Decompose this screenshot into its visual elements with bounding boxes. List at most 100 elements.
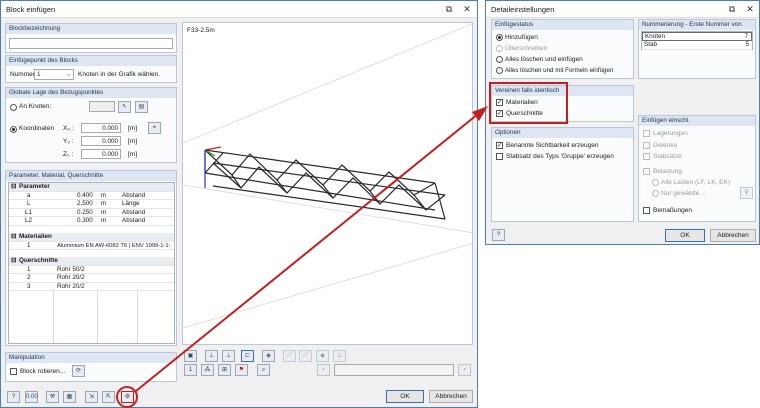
view-select[interactable] (334, 364, 454, 376)
pick-coordinates-icon[interactable]: ⌖ (148, 122, 161, 134)
parameter-section-header[interactable]: ⊟ Parameter (9, 183, 174, 192)
status-option-label: Überschreiben (505, 45, 548, 52)
numbering-icon[interactable]: 1 (184, 364, 197, 376)
status-delete-formulas-radio[interactable] (496, 67, 503, 74)
import-icon[interactable]: ⇲ (85, 391, 98, 403)
status-overwrite-radio[interactable] (496, 45, 503, 52)
coordinates-label: Koordinaten (19, 125, 55, 132)
node-list-icon[interactable]: ▤ (135, 101, 148, 113)
x0-unit: [m] (128, 125, 138, 132)
ok-button[interactable]: OK (386, 390, 424, 403)
z0-unit: [m] (128, 151, 138, 158)
section-cut-2-icon[interactable]: ／ (299, 350, 312, 362)
member-sets-checkbox[interactable] (643, 153, 650, 160)
status-add-radio[interactable] (496, 34, 503, 41)
close-icon[interactable]: ✕ (743, 3, 757, 15)
dimensions-label: Bemaßungen (653, 207, 693, 214)
previous-icon[interactable]: ‹ (317, 364, 330, 376)
display-loads-icon[interactable]: ⚑ (235, 364, 248, 376)
table-row[interactable]: L2 0.300 m Abstand (9, 217, 174, 226)
close-icon[interactable]: ✕ (460, 3, 474, 15)
selected-loads-radio[interactable] (652, 190, 659, 197)
group-header: Manipulation (6, 353, 176, 363)
section-title: Parameter (19, 183, 50, 190)
table-row[interactable]: 3 Rohr 20/2 (9, 283, 174, 291)
load-icon[interactable]: ⚒ (46, 391, 59, 403)
supports-checkbox[interactable] (643, 130, 650, 137)
sections-section-header[interactable]: ⊟ Querschnitte (9, 257, 174, 266)
table-column-divider (97, 291, 98, 343)
next-icon[interactable]: › (458, 364, 471, 376)
block-name-input[interactable] (9, 38, 173, 49)
x0-input[interactable]: 0.000 (81, 123, 121, 133)
display-members-icon[interactable]: ⊞ (218, 364, 231, 376)
include-group: Einfügen einschl. Lagerungen Gelenke Sta… (638, 115, 756, 222)
hinges-checkbox[interactable] (643, 142, 650, 149)
export-icon[interactable]: ⇱ (102, 391, 115, 403)
ok-button[interactable]: OK (665, 229, 705, 242)
chevron-down-icon: ⌵ (66, 71, 71, 78)
materials-section-header[interactable]: ⊟ Materialien (9, 233, 174, 242)
at-node-radio[interactable] (10, 104, 17, 111)
view-3d-icon[interactable]: ◈ (262, 350, 275, 362)
save-icon[interactable]: ▦ (63, 391, 76, 403)
select-loads-icon[interactable]: ⚲ (740, 187, 753, 199)
rotate-block-checkbox[interactable] (10, 368, 17, 375)
status-option-label: Alles löschen und mit Formeln einfügen (505, 67, 614, 74)
loading-checkbox[interactable] (643, 168, 650, 175)
view-xz-icon[interactable]: ⊥ (205, 350, 218, 362)
table-row[interactable]: Knoten 7 (642, 32, 752, 41)
group-header: Nummerierung - Erste Nummer von (639, 20, 755, 30)
table-row[interactable]: 1 Rohr 50/2 (9, 266, 174, 274)
rotate-settings-icon[interactable]: ⟳ (72, 365, 85, 377)
coordinates-radio[interactable] (10, 126, 17, 133)
named-visibility-checkbox[interactable]: ✓ (496, 142, 503, 149)
units-icon[interactable]: 0.00 (25, 391, 38, 403)
z0-input[interactable]: 0.000 (81, 149, 121, 159)
restore-icon[interactable]: ⧉ (725, 3, 739, 15)
numbering-table: Knoten 7 Stab 5 (641, 31, 753, 50)
zoom-all-icon[interactable]: ⌕ (257, 364, 270, 376)
view-xy-icon[interactable]: ⊏ (241, 350, 254, 362)
render-icon[interactable]: ◆ (316, 350, 329, 362)
help-icon[interactable]: ? (7, 391, 20, 403)
detail-settings-icon[interactable]: ⚙ (121, 391, 134, 403)
table-row[interactable]: Stab 5 (642, 41, 752, 50)
include-option-label: Gelenke (653, 142, 678, 149)
insert-point-group: Einfügepunkt des Blocks Nummer: 1 ⌵ Knote… (5, 55, 177, 83)
display-nodes-icon[interactable]: ⁂ (201, 364, 214, 376)
group-header: Einfügepunkt des Blocks (6, 56, 176, 66)
all-loads-radio[interactable] (652, 179, 659, 186)
status-delete-insert-radio[interactable] (496, 56, 503, 63)
y0-label: Y₀ : (63, 138, 74, 145)
z0-label: Z₀ : (63, 151, 74, 158)
table-row[interactable]: L 2.500 m Länge (9, 200, 174, 209)
view-yz-icon[interactable]: ⊥ (222, 350, 235, 362)
pick-node-icon[interactable]: ↖ (118, 101, 131, 113)
view-iso-icon[interactable]: ▣ (184, 350, 197, 362)
dimension-icon[interactable]: ⊥ (333, 350, 346, 362)
title-bar: Block einfügen ⧉ ✕ (1, 1, 477, 18)
restore-icon[interactable]: ⧉ (442, 3, 456, 15)
cancel-button[interactable]: Abbrechen (429, 390, 473, 403)
dimensions-checkbox[interactable] (643, 207, 650, 214)
group-set-checkbox[interactable] (496, 153, 503, 160)
detail-settings-dialog: Detaileinstellungen ⧉ ✕ Einfügestatus Hi… (485, 0, 760, 245)
table-row[interactable]: 1 Aluminium EN AW-6082 T6 | ENV 1999-1-1: (9, 242, 174, 250)
table-row[interactable]: 2 Rohr 20/2 (9, 274, 174, 283)
graphics-viewport[interactable]: F33-2.5m (182, 22, 474, 345)
at-node-select[interactable] (89, 101, 115, 112)
section-cut-icon[interactable]: ／ (283, 350, 296, 362)
group-header: Parameter, Material, Querschnitte (6, 171, 176, 181)
table-row[interactable]: a 0.400 m Abstand (9, 192, 174, 200)
y0-input[interactable]: 0.000 (81, 136, 121, 146)
group-header: Optionen (492, 128, 633, 138)
manipulation-group: Manipulation Block rotieren... ⟳ (5, 352, 177, 382)
z0-value: 0.000 (102, 151, 118, 158)
y0-value: 0.000 (102, 138, 118, 145)
help-icon[interactable]: ? (492, 229, 505, 241)
node-number-select[interactable]: 1 ⌵ (34, 69, 74, 80)
table-row[interactable]: L1 0.250 m Abstand (9, 209, 174, 217)
cancel-button[interactable]: Abbrechen (710, 229, 756, 242)
number-label: Nummer: (10, 71, 37, 78)
